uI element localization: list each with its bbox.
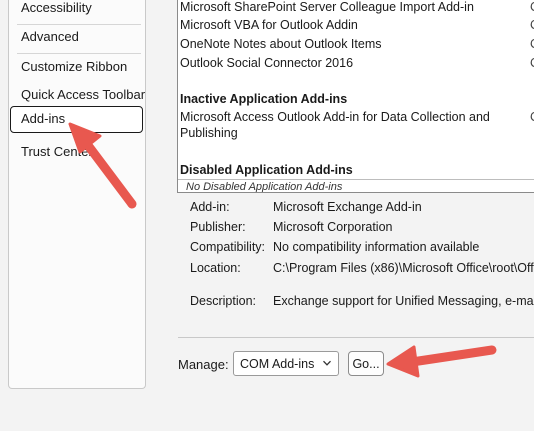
chevron-down-icon: [323, 360, 331, 366]
detail-label-addin: Add-in:: [190, 200, 230, 214]
detail-label-compatibility: Compatibility:: [190, 240, 266, 254]
manage-label: Manage:: [178, 357, 229, 372]
go-button[interactable]: Go...: [348, 351, 384, 376]
detail-value-addin: Microsoft Exchange Add-in: [273, 200, 422, 214]
manage-separator: [178, 337, 534, 338]
detail-value-description: Exchange support for Unified Messaging, …: [273, 294, 534, 308]
detail-label-publisher: Publisher:: [190, 220, 246, 234]
detail-label-location: Location:: [190, 261, 241, 275]
detail-value-publisher: Microsoft Corporation: [273, 220, 393, 234]
detail-label-description: Description:: [190, 294, 256, 308]
detail-value-location: C:\Program Files (x86)\Microsoft Office\…: [273, 261, 534, 275]
manage-dropdown-value: COM Add-ins: [240, 357, 315, 371]
detail-value-compatibility: No compatibility information available: [273, 240, 480, 254]
outlook-options-window: Accessibility Advanced Customize Ribbon …: [0, 0, 534, 431]
manage-dropdown[interactable]: COM Add-ins: [233, 351, 339, 376]
